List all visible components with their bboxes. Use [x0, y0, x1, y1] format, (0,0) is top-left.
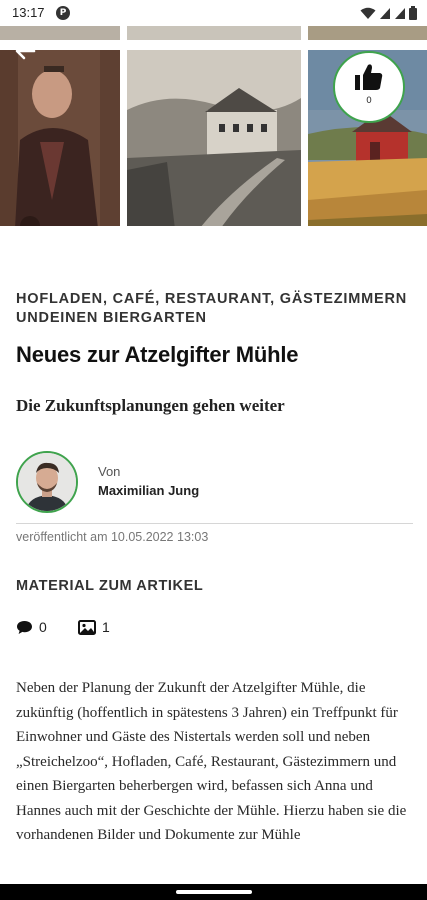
arrow-left-icon [15, 42, 36, 60]
signal-icon [395, 7, 405, 19]
home-gesture-handle[interactable] [176, 890, 252, 894]
status-time: 13:17 [12, 5, 45, 20]
images-counter[interactable]: 1 [78, 619, 110, 635]
publish-date: veröffentlicht am 10.05.2022 13:03 [16, 530, 209, 544]
thumbs-up-icon [355, 64, 383, 90]
material-heading: MATERIAL ZUM ARTIKEL [16, 578, 204, 594]
battery-icon [409, 6, 417, 20]
author-name[interactable]: Maximilian Jung [98, 483, 199, 498]
portrait-photo[interactable] [0, 50, 120, 226]
system-navigation-bar [0, 884, 427, 900]
author-avatar[interactable] [16, 451, 78, 513]
gallery-top-strip [308, 26, 427, 40]
status-bar: 13:17 P [0, 0, 427, 26]
article-subtitle: Die Zukunftsplanungen gehen weiter [16, 396, 285, 415]
divider [16, 523, 413, 524]
like-button[interactable]: 0 [333, 51, 405, 123]
article-title: Neues zur Atzelgifter Mühle [16, 342, 299, 367]
comments-counter[interactable]: 0 [16, 619, 47, 635]
landscape-photo[interactable] [127, 50, 301, 226]
gallery-top-strip [127, 26, 301, 40]
author-prefix: Von [98, 464, 121, 479]
signal-icon [380, 7, 390, 19]
article-body: Neben der Planung der Zukunft der Atzelg… [16, 680, 407, 843]
image-count: 1 [102, 619, 110, 635]
back-button[interactable] [10, 36, 40, 66]
article-category: HOFLADEN, CAFÉ, RESTAURANT, GÄSTEZIMMERN… [16, 291, 408, 326]
app-notification-icon: P [56, 6, 70, 20]
comment-icon [17, 620, 32, 634]
image-icon [78, 619, 96, 635]
like-count: 0 [366, 96, 372, 106]
status-icons [360, 6, 417, 20]
wifi-icon [360, 7, 376, 19]
comment-count: 0 [39, 619, 47, 635]
